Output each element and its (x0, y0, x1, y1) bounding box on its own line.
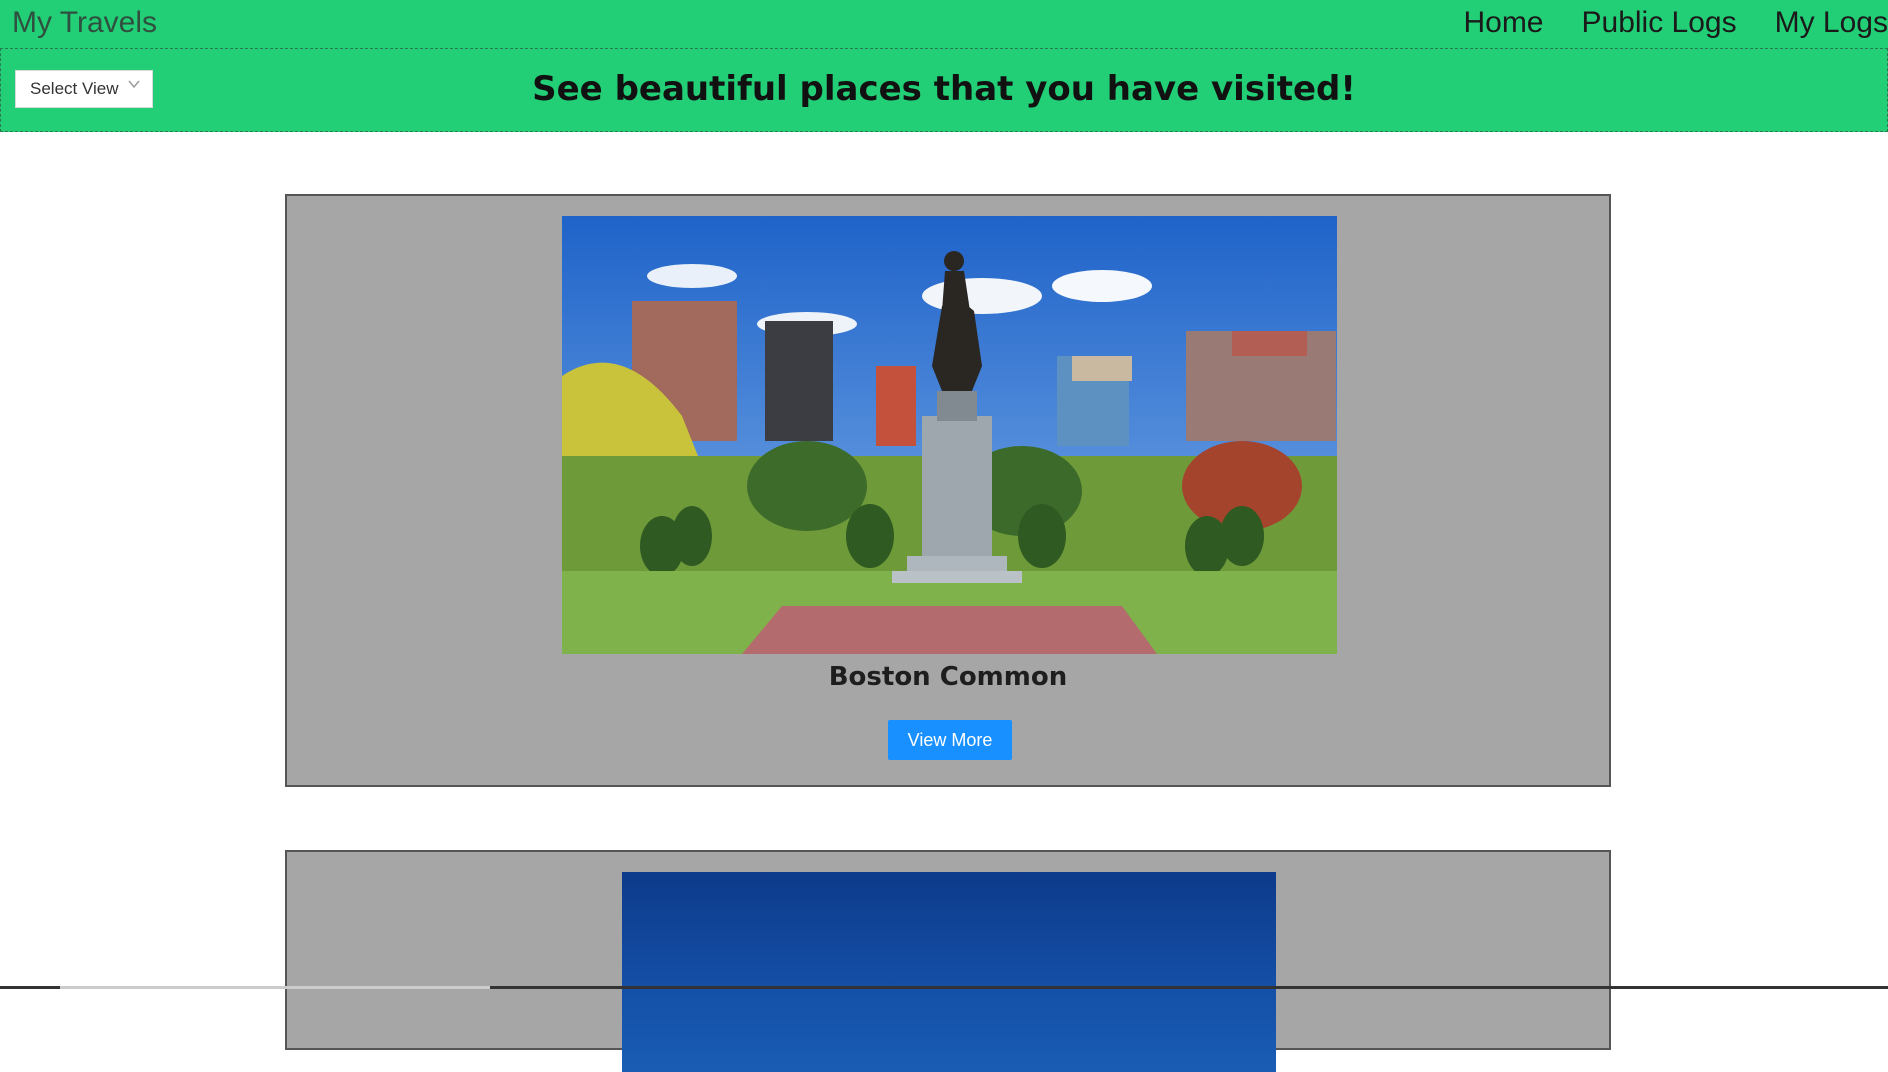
nav-home-link[interactable]: Home (1463, 6, 1543, 40)
page-headline: See beautiful places that you have visit… (532, 69, 1356, 109)
place-card (285, 850, 1611, 1072)
main-nav: Home Public Logs My Logs (1425, 6, 1888, 40)
place-photo (562, 216, 1337, 654)
nav-public-logs-link[interactable]: Public Logs (1582, 6, 1737, 40)
place-card: Boston Common View More (285, 194, 1611, 787)
place-photo (622, 872, 1276, 1072)
top-navbar: My Travels Home Public Logs My Logs (0, 0, 1888, 48)
place-title: Boston Common (828, 662, 1068, 692)
nav-my-logs-link[interactable]: My Logs (1775, 6, 1888, 40)
view-more-button[interactable]: View More (888, 720, 1012, 760)
sub-header: Select View See beautiful places that yo… (0, 48, 1888, 132)
brand-title[interactable]: My Travels (12, 6, 157, 40)
